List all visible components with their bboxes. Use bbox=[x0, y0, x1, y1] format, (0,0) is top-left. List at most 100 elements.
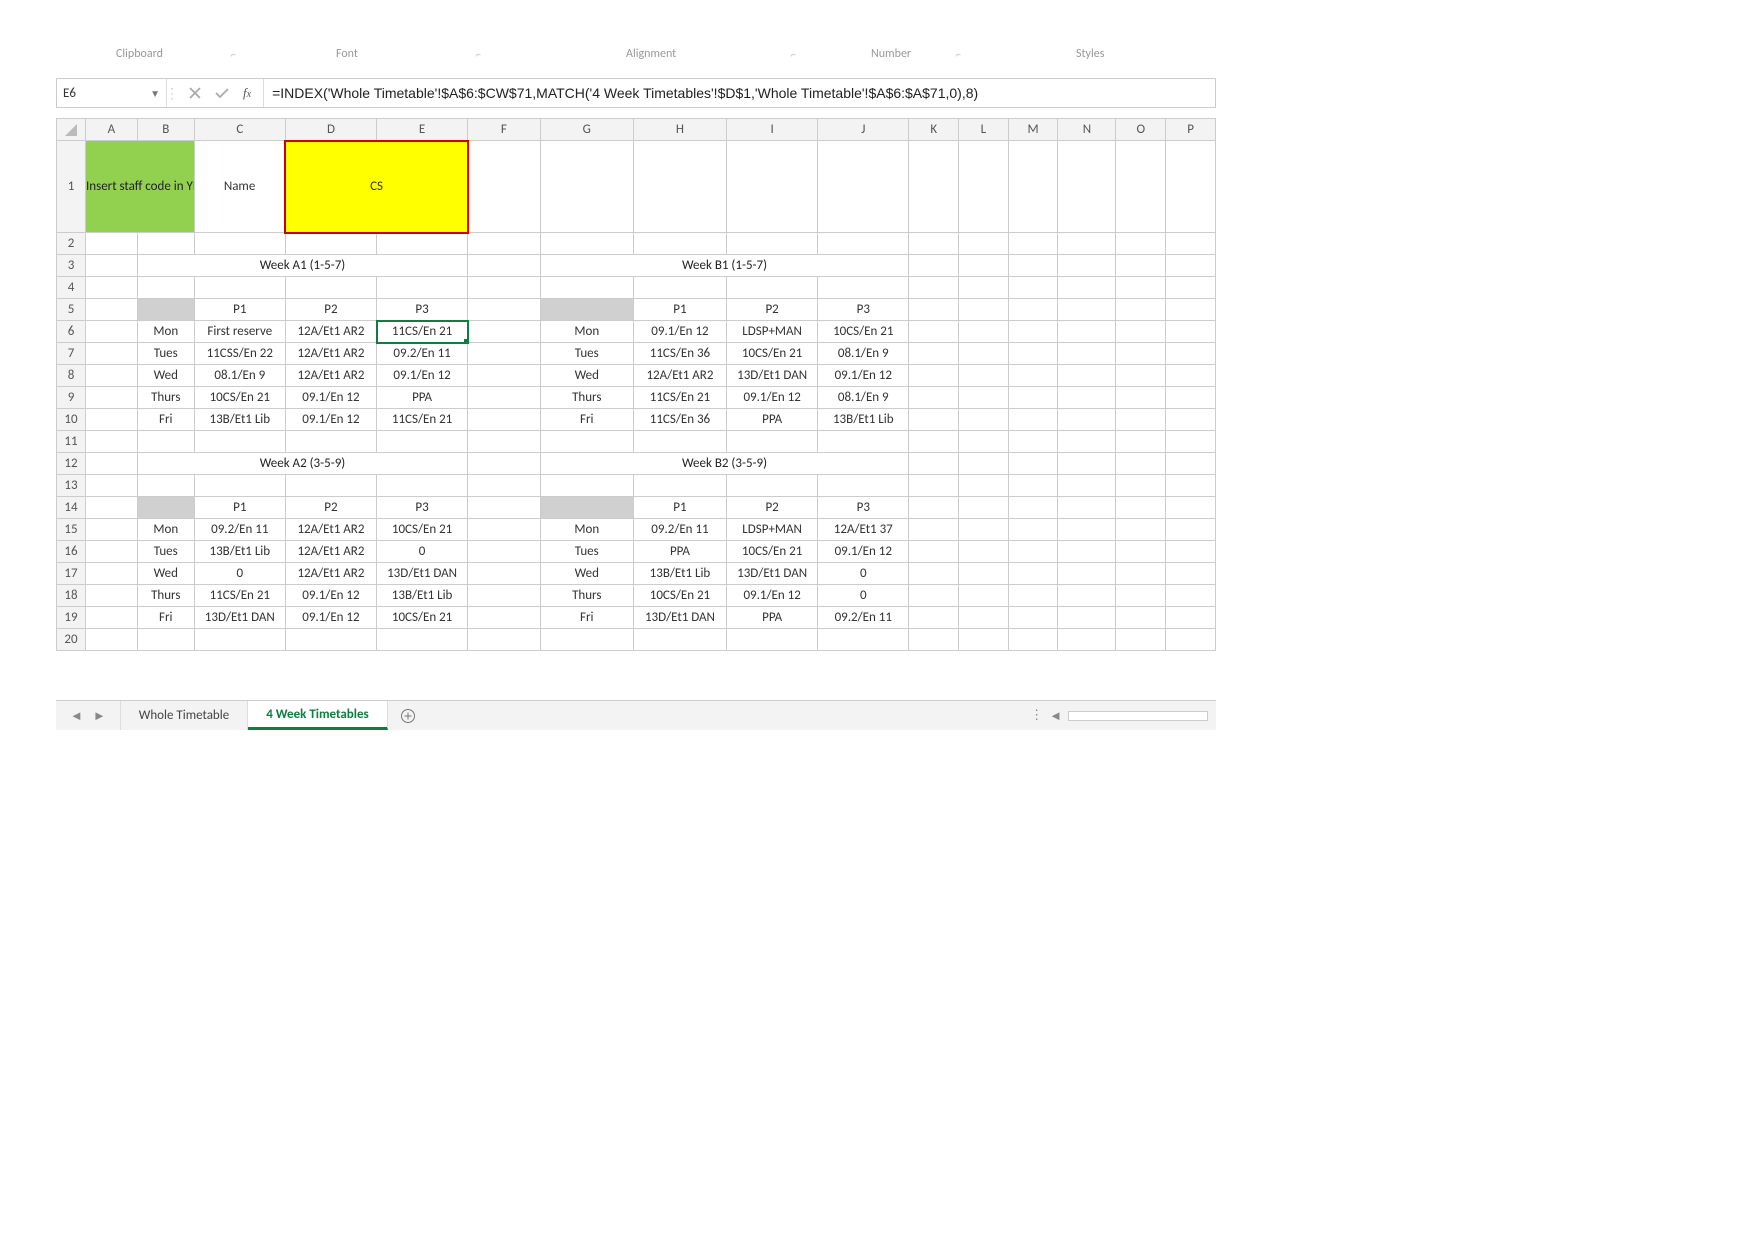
cell[interactable] bbox=[1116, 365, 1166, 387]
cell[interactable] bbox=[1008, 277, 1058, 299]
cell[interactable] bbox=[86, 475, 138, 497]
cell[interactable] bbox=[818, 431, 909, 453]
formula-input[interactable] bbox=[264, 79, 1215, 107]
period-header[interactable]: P2 bbox=[285, 299, 376, 321]
cell[interactable]: 0 bbox=[818, 563, 909, 585]
cell[interactable] bbox=[137, 475, 194, 497]
cell[interactable]: 13D/Et1 DAN bbox=[194, 607, 285, 629]
cell[interactable]: 11CS/En 21 bbox=[633, 387, 726, 409]
col-header[interactable]: K bbox=[909, 119, 959, 141]
cell[interactable] bbox=[909, 497, 959, 519]
cell[interactable] bbox=[285, 629, 376, 651]
period-header[interactable]: P1 bbox=[194, 497, 285, 519]
sheet-tab-whole-timetable[interactable]: Whole Timetable bbox=[121, 701, 248, 730]
col-header[interactable]: G bbox=[540, 119, 633, 141]
cell[interactable] bbox=[1166, 585, 1216, 607]
cell[interactable] bbox=[1166, 321, 1216, 343]
cell[interactable] bbox=[1116, 255, 1166, 277]
cell[interactable] bbox=[137, 299, 194, 321]
cell[interactable] bbox=[909, 365, 959, 387]
row-header[interactable]: 4 bbox=[57, 277, 86, 299]
cell[interactable] bbox=[1116, 343, 1166, 365]
cell[interactable] bbox=[633, 277, 726, 299]
cell[interactable] bbox=[86, 299, 138, 321]
cell[interactable] bbox=[377, 233, 468, 255]
cell[interactable] bbox=[86, 563, 138, 585]
select-all-corner[interactable] bbox=[57, 119, 86, 141]
cell[interactable]: 12A/Et1 37 bbox=[818, 519, 909, 541]
cancel-formula-button[interactable] bbox=[189, 87, 201, 99]
cell[interactable] bbox=[1008, 321, 1058, 343]
cell[interactable] bbox=[727, 233, 818, 255]
cell[interactable] bbox=[468, 365, 541, 387]
cell[interactable] bbox=[1058, 321, 1116, 343]
active-cell[interactable]: 11CS/En 21 bbox=[377, 321, 468, 343]
col-header[interactable]: I bbox=[727, 119, 818, 141]
cell[interactable]: 09.1/En 12 bbox=[818, 541, 909, 563]
cell[interactable]: 13B/Et1 Lib bbox=[633, 563, 726, 585]
cell[interactable] bbox=[909, 585, 959, 607]
day-cell[interactable]: Mon bbox=[137, 321, 194, 343]
row-header[interactable]: 16 bbox=[57, 541, 86, 563]
cell[interactable] bbox=[86, 343, 138, 365]
cell[interactable] bbox=[909, 321, 959, 343]
row-header[interactable]: 20 bbox=[57, 629, 86, 651]
cell[interactable] bbox=[468, 409, 541, 431]
cell[interactable] bbox=[137, 431, 194, 453]
cell[interactable]: 12A/Et1 AR2 bbox=[285, 563, 376, 585]
cell[interactable] bbox=[468, 299, 541, 321]
cell[interactable] bbox=[959, 233, 1009, 255]
col-header[interactable]: D bbox=[285, 119, 376, 141]
scroll-track[interactable] bbox=[1068, 711, 1208, 721]
cell[interactable] bbox=[1008, 519, 1058, 541]
period-header[interactable]: P1 bbox=[633, 299, 726, 321]
col-header[interactable]: P bbox=[1166, 119, 1216, 141]
cell[interactable]: 13B/Et1 Lib bbox=[194, 541, 285, 563]
cell[interactable] bbox=[285, 277, 376, 299]
cell[interactable] bbox=[1008, 497, 1058, 519]
cell[interactable]: 09.1/En 12 bbox=[633, 321, 726, 343]
day-cell[interactable]: Fri bbox=[540, 607, 633, 629]
cell[interactable] bbox=[137, 277, 194, 299]
dialog-launcher-icon[interactable]: ⌐ bbox=[476, 48, 481, 61]
row-header[interactable]: 17 bbox=[57, 563, 86, 585]
col-header[interactable]: F bbox=[468, 119, 541, 141]
cell[interactable]: 10CS/En 21 bbox=[818, 321, 909, 343]
cell[interactable] bbox=[377, 431, 468, 453]
cell[interactable] bbox=[959, 299, 1009, 321]
cell[interactable] bbox=[1116, 431, 1166, 453]
cell[interactable] bbox=[727, 277, 818, 299]
cell[interactable] bbox=[1058, 233, 1116, 255]
cell[interactable] bbox=[1166, 409, 1216, 431]
cell[interactable] bbox=[959, 585, 1009, 607]
row-header[interactable]: 14 bbox=[57, 497, 86, 519]
day-cell[interactable]: Tues bbox=[540, 541, 633, 563]
cell[interactable]: 0 bbox=[818, 585, 909, 607]
cell[interactable] bbox=[959, 321, 1009, 343]
cell[interactable] bbox=[909, 141, 959, 233]
cell[interactable] bbox=[468, 475, 541, 497]
cell[interactable] bbox=[959, 475, 1009, 497]
section-title-b2[interactable]: Week B2 (3-5-9) bbox=[540, 453, 909, 475]
cell[interactable] bbox=[1008, 387, 1058, 409]
spreadsheet-grid[interactable]: A B C D E F G H I J K L M N O P 1 Insert… bbox=[56, 118, 1216, 651]
cell[interactable] bbox=[1008, 585, 1058, 607]
cell[interactable]: 10CS/En 21 bbox=[727, 343, 818, 365]
cell[interactable] bbox=[468, 233, 541, 255]
cell[interactable] bbox=[633, 431, 726, 453]
cell[interactable] bbox=[1116, 141, 1166, 233]
sheet-tab-4-week-timetables[interactable]: 4 Week Timetables bbox=[248, 701, 387, 730]
cell[interactable] bbox=[86, 519, 138, 541]
tab-nav-next-icon[interactable]: ► bbox=[93, 708, 106, 724]
cell[interactable] bbox=[86, 497, 138, 519]
cell[interactable]: 09.2/En 11 bbox=[194, 519, 285, 541]
cell[interactable] bbox=[1008, 343, 1058, 365]
cell[interactable]: First reserve bbox=[194, 321, 285, 343]
cell[interactable] bbox=[1008, 409, 1058, 431]
tab-nav-prev-icon[interactable]: ◄ bbox=[70, 708, 83, 724]
cell[interactable] bbox=[86, 453, 138, 475]
cell[interactable] bbox=[633, 629, 726, 651]
cell[interactable] bbox=[86, 431, 138, 453]
cell[interactable] bbox=[1166, 255, 1216, 277]
cell[interactable] bbox=[86, 365, 138, 387]
